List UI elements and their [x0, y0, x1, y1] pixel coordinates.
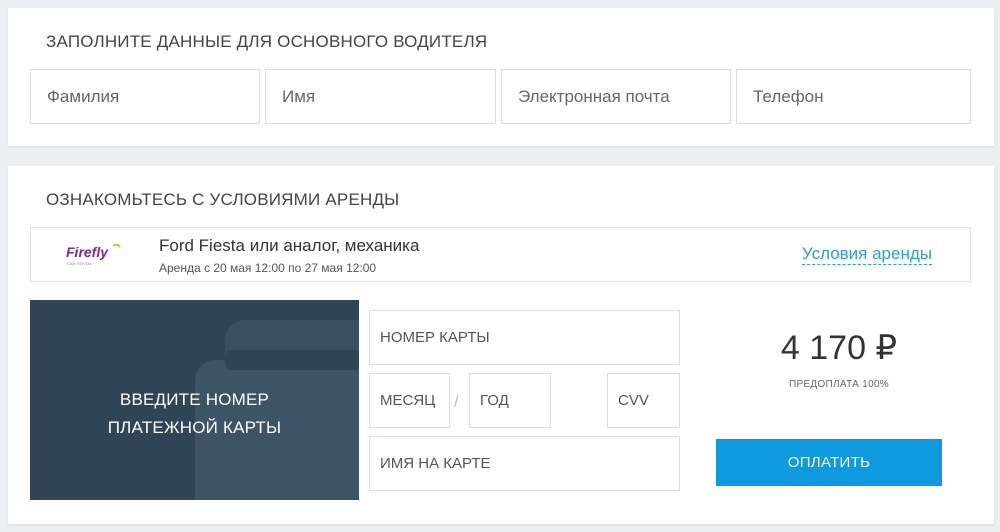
- pay-button[interactable]: ОПЛАТИТЬ: [716, 439, 942, 486]
- card-panel-line-2: ПЛАТЕЖНОЙ КАРТЫ: [107, 418, 282, 437]
- logo-subtext: CAR RENTAL: [67, 261, 93, 266]
- total-price: 4 170 ₽: [780, 329, 898, 367]
- cvv-field[interactable]: [607, 373, 680, 428]
- expiry-year-field[interactable]: [469, 373, 551, 428]
- expiry-separator: /: [454, 394, 459, 411]
- cardholder-name-field[interactable]: [369, 436, 680, 491]
- rental-terms-card: ОЗНАКОМЬТЕСЬ С УСЛОВИЯМИ АРЕНДЫ Firefly …: [8, 166, 994, 524]
- driver-section-title: ЗАПОЛНИТЕ ДАННЫЕ ДЛЯ ОСНОВНОГО ВОДИТЕЛЯ: [46, 32, 488, 51]
- rental-dates: Аренда с 20 мая 12:00 по 27 мая 12:00: [159, 261, 377, 275]
- prepayment-note: ПРЕДОПЛАТА 100%: [788, 379, 890, 390]
- card-panel-line-1: ВВЕДИТЕ НОМЕР: [119, 390, 270, 409]
- driver-details-card: ЗАПОЛНИТЕ ДАННЫЕ ДЛЯ ОСНОВНОГО ВОДИТЕЛЯ: [8, 8, 994, 146]
- phone-field[interactable]: [736, 69, 971, 124]
- card-entry-panel: ВВЕДИТЕ НОМЕР ПЛАТЕЖНОЙ КАРТЫ: [30, 300, 359, 500]
- logo-wordmark: Firefly: [66, 244, 109, 260]
- expiry-month-field[interactable]: [369, 373, 450, 428]
- email-field[interactable]: [501, 69, 731, 124]
- surname-field[interactable]: [30, 69, 260, 124]
- terms-section-title: ОЗНАКОМЬТЕСЬ С УСЛОВИЯМИ АРЕНДЫ: [46, 190, 400, 209]
- car-name: Ford Fiesta или аналог, механика: [159, 236, 420, 255]
- rental-terms-link[interactable]: Условия аренды: [801, 244, 932, 265]
- first-name-field[interactable]: [265, 69, 496, 124]
- firefly-logo: Firefly CAR RENTAL: [66, 243, 121, 266]
- rental-offer-row: Firefly CAR RENTAL Ford Fiesta или анало…: [30, 227, 971, 282]
- card-number-field[interactable]: [369, 310, 680, 365]
